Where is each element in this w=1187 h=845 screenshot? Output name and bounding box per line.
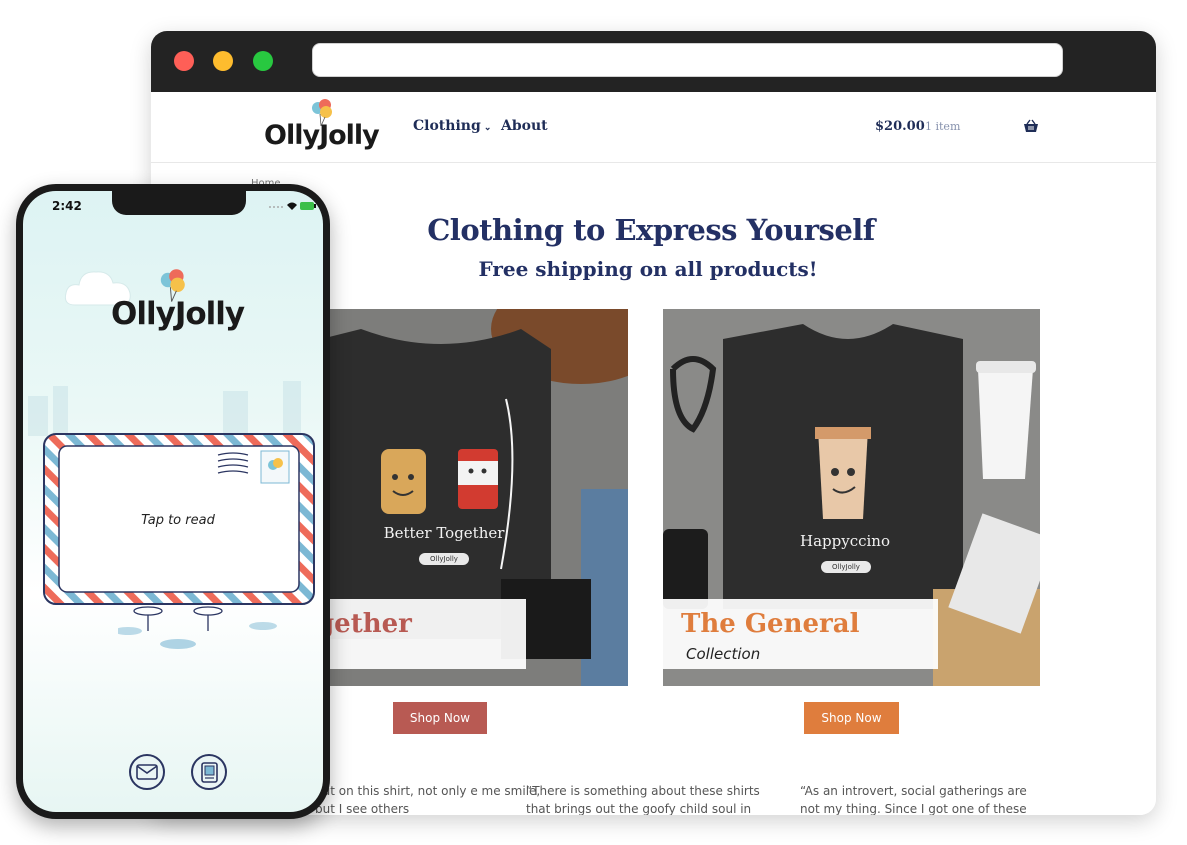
mail-button[interactable] xyxy=(129,754,165,790)
photo-album-icon xyxy=(201,762,218,783)
shop-now-button-general[interactable]: Shop Now xyxy=(804,702,899,734)
chevron-down-icon: ⌄ xyxy=(480,123,492,133)
nav-clothing-label: Clothing xyxy=(413,118,481,134)
testimonial-quote: “There is something about these shirts t… xyxy=(526,784,760,815)
nav-about[interactable]: About xyxy=(501,118,548,134)
maximize-window-button[interactable] xyxy=(253,51,273,71)
phone-frame: 2:42 OllyJolly Tap to read xyxy=(16,184,330,819)
cart-total[interactable]: $20.00 xyxy=(875,119,925,134)
cart-count[interactable]: 1 item xyxy=(925,120,960,133)
browser-chrome xyxy=(151,31,1156,92)
logo-text: OllyJolly xyxy=(264,120,380,151)
close-window-button[interactable] xyxy=(174,51,194,71)
testimonial-quote: “As an introvert, social gatherings are … xyxy=(800,784,1027,815)
address-bar[interactable] xyxy=(312,43,1063,77)
shop-now-button-better-together[interactable]: Shop Now xyxy=(393,702,487,734)
mail-icon xyxy=(136,764,158,780)
phone-screen: 2:42 OllyJolly Tap to read xyxy=(23,191,323,812)
shirt-print-text: Better Together xyxy=(383,524,505,542)
testimonial-quote: put on this shirt, not only e me smile, … xyxy=(315,784,541,815)
phone-notch xyxy=(112,191,246,215)
tap-to-read-label[interactable]: Tap to read xyxy=(113,513,243,528)
site-header: OllyJolly Clothing ⌄ About $20.00 1 item xyxy=(151,92,1156,163)
app-logo-text: OllyJolly xyxy=(111,296,245,332)
shirt-tag: OllyJolly xyxy=(821,561,871,573)
photo-album-button[interactable] xyxy=(191,754,227,790)
city-skyline xyxy=(28,381,301,436)
basket-icon[interactable] xyxy=(1023,119,1039,133)
shirt-tag: OllyJolly xyxy=(419,553,469,565)
collection-card-general[interactable]: Happyccino OllyJolly The General Collect… xyxy=(663,309,1040,686)
nav-clothing[interactable]: Clothing ⌄ xyxy=(413,118,491,134)
site-logo[interactable]: OllyJolly xyxy=(264,98,394,158)
shirt-print-text: Happyccino xyxy=(800,532,890,550)
cafe-tables-illustration xyxy=(118,606,277,649)
collection-subtitle: Collection xyxy=(686,645,761,663)
collection-title: The General xyxy=(681,609,860,639)
minimize-window-button[interactable] xyxy=(213,51,233,71)
status-time: 2:42 xyxy=(52,199,82,213)
status-bar-icons xyxy=(269,202,316,210)
